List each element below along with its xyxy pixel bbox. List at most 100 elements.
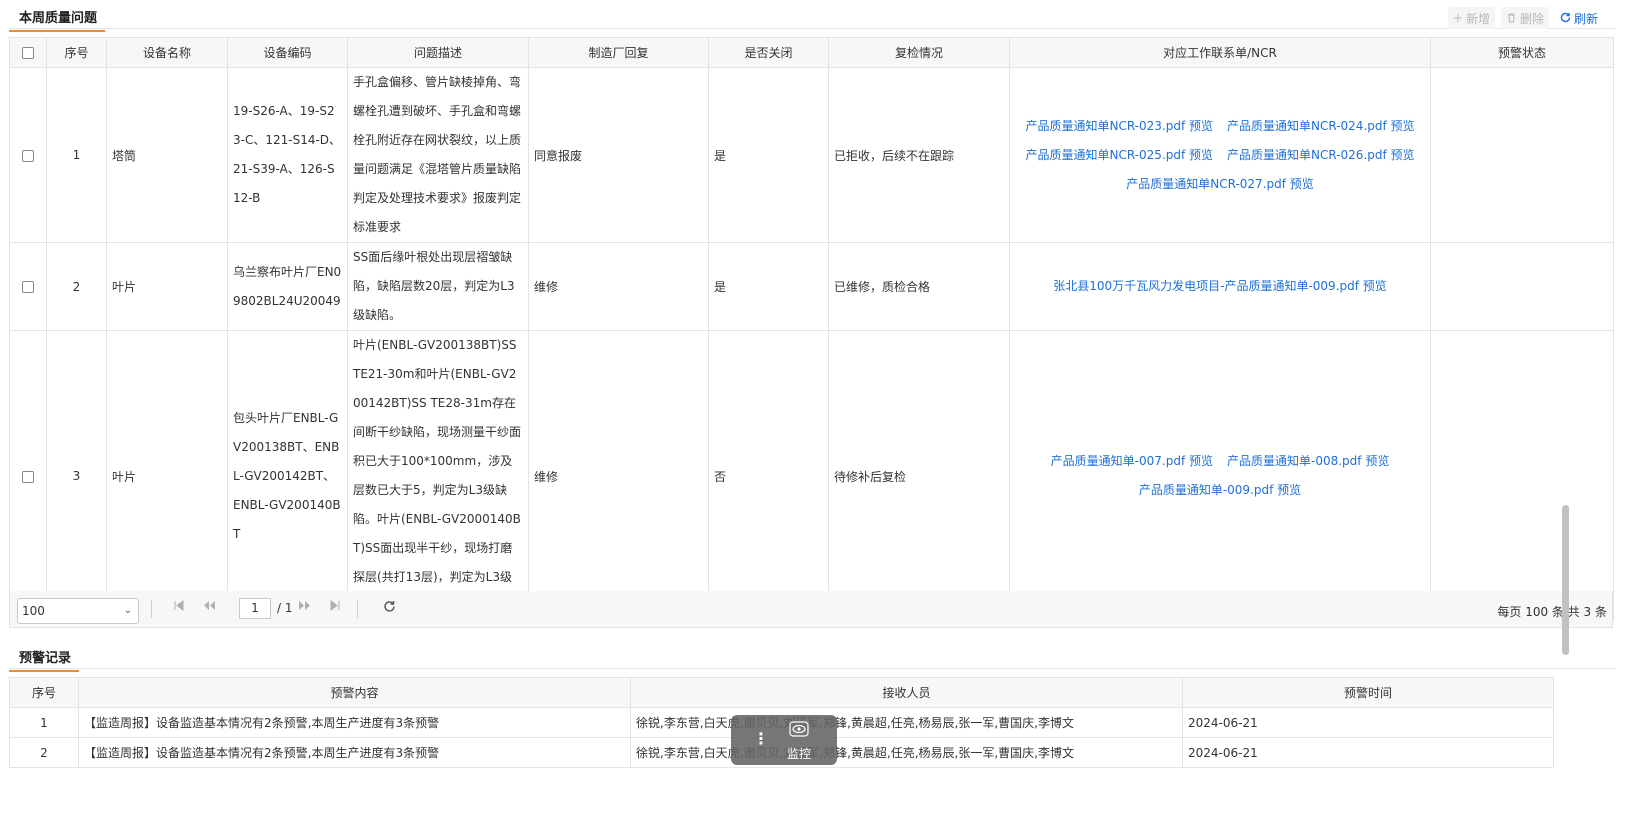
column-header[interactable]: 预警时间 — [1182, 677, 1554, 708]
time-cell: 2024-06-21 — [1182, 707, 1554, 738]
monitor-label: 监控 — [787, 747, 812, 761]
ncr-link[interactable]: 产品质量通知单-009.pdf 预览 — [1139, 483, 1301, 497]
closed-cell: 否 — [708, 330, 829, 622]
index-cell: 1 — [9, 707, 79, 738]
row-checkbox[interactable] — [22, 149, 34, 162]
column-header[interactable]: 是否关闭 — [708, 37, 829, 68]
column-header[interactable]: 序号 — [9, 677, 79, 708]
recheck-cell: 待修补后复检 — [828, 330, 1010, 622]
page: 本周质量问题 + 新增 删除 刷新 序号 设备名称 设备编码 问题描述 制造厂回… — [0, 0, 1627, 816]
pager-summary: 每页 100 条,共 3 条 — [1497, 605, 1607, 619]
first-page-icon[interactable] — [174, 600, 184, 614]
receivers-cell: 徐锐,李东营,白天虎,谢贝贝,刘延军,郑锋,黄晨超,任亮,杨易辰,张一军,曹国庆… — [630, 737, 1183, 768]
ncr-link[interactable]: 产品质量通知单NCR-027.pdf 预览 — [1126, 177, 1314, 191]
recheck-cell: 已维修，质检合格 — [828, 242, 1010, 331]
refresh-button[interactable]: 刷新 — [1555, 7, 1603, 29]
row-checkbox[interactable] — [22, 281, 34, 293]
refresh-button-label: 刷新 — [1573, 11, 1598, 26]
column-header[interactable]: 问题描述 — [347, 37, 529, 68]
row-select-cell[interactable] — [9, 242, 47, 331]
select-all-checkbox[interactable] — [22, 47, 34, 59]
select-all-cell[interactable] — [9, 37, 47, 68]
trash-icon — [1506, 12, 1517, 25]
pagination-bar: 100 ⌄ 1 / 1 每页 100 条,共 3 条 — [9, 591, 1613, 628]
closed-cell: 是 — [708, 67, 829, 243]
column-header[interactable]: 预警状态 — [1430, 37, 1614, 68]
quality-header-row: 序号 设备名称 设备编码 问题描述 制造厂回复 是否关闭 复检情况 对应工作联系… — [9, 37, 1614, 68]
closed-cell: 是 — [708, 242, 829, 331]
ncr-link[interactable]: 产品质量通知单NCR-024.pdf 预览 — [1227, 119, 1415, 133]
ncr-cell: 张北县100万千瓦风力发电项目-产品质量通知单-009.pdf 预览 — [1009, 242, 1431, 331]
column-header[interactable]: 设备名称 — [106, 37, 228, 68]
device-name-cell: 塔筒 — [106, 67, 228, 243]
column-header[interactable]: 序号 — [46, 37, 107, 68]
column-header[interactable]: 制造厂回复 — [528, 37, 709, 68]
device-name-cell: 叶片 — [106, 242, 228, 331]
add-button[interactable]: + 新增 — [1447, 7, 1495, 29]
refresh-icon — [1560, 12, 1571, 25]
warning-status-cell — [1430, 242, 1614, 331]
time-cell: 2024-06-21 — [1182, 737, 1554, 768]
delete-button[interactable]: 删除 — [1500, 7, 1549, 29]
index-cell: 3 — [46, 330, 107, 622]
device-code-cell: 乌兰察布叶片厂EN09802BL24U20049 — [227, 242, 348, 331]
column-header[interactable]: 预警内容 — [78, 677, 631, 708]
quality-panel-header: 本周质量问题 + 新增 删除 刷新 — [8, 3, 1615, 32]
column-header[interactable]: 接收人员 — [630, 677, 1183, 708]
ncr-link[interactable]: 产品质量通知单NCR-023.pdf 预览 — [1025, 119, 1213, 133]
column-header[interactable]: 对应工作联系单/NCR — [1009, 37, 1431, 68]
row-select-cell[interactable] — [9, 330, 47, 622]
monitor-widget[interactable]: ⋮ 监控 — [731, 715, 837, 765]
device-code-cell: 包头叶片厂ENBL-GV200138BT、ENBL-GV200142BT、ENB… — [227, 330, 348, 622]
toolbar: + 新增 删除 刷新 — [1447, 7, 1603, 29]
index-cell: 1 — [46, 67, 107, 243]
description-cell: 叶片(ENBL-GV200138BT)SS TE21-30m和叶片(ENBL-G… — [347, 330, 529, 622]
content-cell: 【监造周报】设备监造基本情况有2条预警,本周生产进度有3条预警 — [78, 737, 631, 768]
next-page-icon[interactable] — [298, 600, 311, 614]
reload-icon[interactable] — [383, 600, 396, 617]
ncr-link[interactable]: 产品质量通知单-008.pdf 预览 — [1227, 454, 1389, 468]
index-cell: 2 — [9, 737, 79, 768]
warning-panel-header: 预警记录 — [8, 643, 1615, 672]
table-row[interactable]: 2 叶片 乌兰察布叶片厂EN09802BL24U20049 SS面后缘叶根处出现… — [9, 242, 1614, 331]
reply-cell: 维修 — [528, 330, 709, 622]
ncr-link[interactable]: 张北县100万千瓦风力发电项目-产品质量通知单-009.pdf 预览 — [1053, 279, 1387, 293]
table-row[interactable]: 3 叶片 包头叶片厂ENBL-GV200138BT、ENBL-GV200142B… — [9, 330, 1614, 622]
warning-header-row: 序号 预警内容 接收人员 预警时间 — [9, 677, 1554, 708]
ncr-link[interactable]: 产品质量通知单-007.pdf 预览 — [1051, 454, 1213, 468]
quality-table: 序号 设备名称 设备编码 问题描述 制造厂回复 是否关闭 复检情况 对应工作联系… — [9, 37, 1614, 622]
page-total: / 1 — [277, 601, 293, 615]
reply-cell: 同意报废 — [528, 67, 709, 243]
page-size-select[interactable]: 100 ⌄ — [17, 598, 139, 624]
column-header[interactable]: 复检情况 — [828, 37, 1010, 68]
more-vertical-icon[interactable]: ⋮ — [753, 729, 769, 748]
description-cell: SS面后缘叶根处出现层褶皱缺陷，缺陷层数20层，判定为L3级缺陷。 — [347, 242, 529, 331]
last-page-icon[interactable] — [330, 600, 340, 614]
row-checkbox[interactable] — [22, 470, 34, 483]
content-cell: 【监造周报】设备监造基本情况有2条预警,本周生产进度有3条预警 — [78, 707, 631, 738]
warning-status-cell — [1430, 330, 1614, 622]
delete-button-label: 删除 — [1519, 11, 1544, 26]
pager-divider — [151, 600, 152, 618]
receivers-cell: 徐锐,李东营,白天虎,谢贝贝,刘延军,郑锋,黄晨超,任亮,杨易辰,张一军,曹国庆… — [630, 707, 1183, 738]
ncr-link[interactable]: 产品质量通知单NCR-025.pdf 预览 — [1025, 148, 1213, 162]
row-select-cell[interactable] — [9, 67, 47, 243]
pager-divider — [357, 600, 358, 618]
chevron-down-icon: ⌄ — [123, 605, 132, 616]
device-code-cell: 19-S26-A、19-S23-C、121-S14-D、21-S39-A、126… — [227, 67, 348, 243]
quality-panel-title: 本周质量问题 — [8, 7, 106, 32]
ncr-cell: 产品质量通知单NCR-023.pdf 预览 产品质量通知单NCR-024.pdf … — [1009, 67, 1431, 243]
ncr-link[interactable]: 产品质量通知单NCR-026.pdf 预览 — [1227, 148, 1415, 162]
table-row[interactable]: 1 塔筒 19-S26-A、19-S23-C、121-S14-D、21-S39-… — [9, 67, 1614, 243]
ncr-cell: 产品质量通知单-007.pdf 预览 产品质量通知单-008.pdf 预览 产品质… — [1009, 330, 1431, 622]
description-cell: 手孔盒偏移、管片缺棱掉角、弯螺栓孔遭到破坏、手孔盒和弯螺栓孔附近存在网状裂纹，以… — [347, 67, 529, 243]
plus-icon: + — [1452, 11, 1463, 25]
column-header[interactable]: 设备编码 — [227, 37, 348, 68]
eye-icon — [789, 721, 809, 737]
vertical-scrollbar[interactable] — [1562, 505, 1569, 655]
recheck-cell: 已拒收，后续不在跟踪 — [828, 67, 1010, 243]
add-button-label: 新增 — [1465, 11, 1490, 26]
page-size-value: 100 — [22, 604, 45, 618]
page-number-input[interactable]: 1 — [239, 598, 271, 619]
prev-page-icon[interactable] — [203, 600, 216, 614]
